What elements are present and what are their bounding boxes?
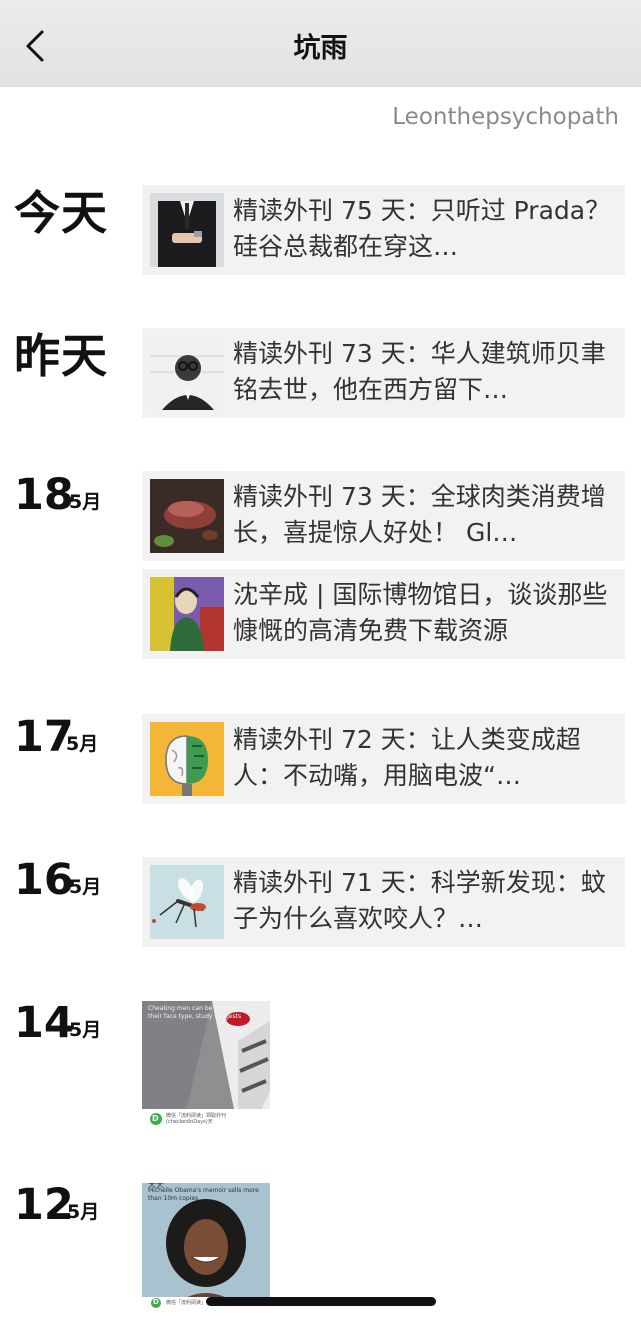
post-card[interactable]: 沈辛成 | 国际博物馆日，谈谈那些慷慨的高清免费下载资源	[142, 569, 625, 659]
home-indicator	[206, 1297, 436, 1306]
date-month-14: 5月	[69, 1019, 102, 1041]
image-post-badge: D	[152, 1114, 159, 1123]
page-title: 坑雨	[293, 33, 348, 64]
post-card[interactable]: 精读外刊 72 天：让人类变成超人：不动嘴，用脑电波“…	[142, 714, 625, 804]
post-title: 精读外刊 75 天：只听过 Prada？硅谷总裁都在穿这…	[233, 196, 611, 261]
image-post[interactable]: Cheating men can be spotted by their fac…	[142, 1001, 270, 1129]
post-thumbnail	[150, 865, 224, 939]
date-month-12: 5月	[67, 1201, 100, 1223]
date-month-18: 5月	[69, 491, 102, 513]
username: Leonthepsychopath	[392, 104, 619, 130]
post-card[interactable]: 精读外刊 73 天：华人建筑师贝聿铭去世，他在西方留下…	[142, 328, 625, 418]
nav-bar: 坑雨	[0, 0, 641, 87]
image-post-caption: Cheating men can be spotted by their fac…	[148, 1005, 247, 1020]
post-card[interactable]: 精读外刊 71 天：科学新发现：蚊子为什么喜欢咬人？…	[142, 857, 625, 947]
post-card[interactable]: 精读外刊 73 天：全球肉类消费增长，喜提惊人好处！ Gl…	[142, 471, 625, 561]
image-post[interactable]: 天天 Michelle Obama's memoir sells more th…	[142, 1183, 270, 1311]
post-thumbnail	[150, 336, 224, 410]
post-title: 精读外刊 72 天：让人类变成超人：不动嘴，用脑电波“…	[233, 725, 581, 790]
post-title: 精读外刊 73 天：全球肉类消费增长，喜提惊人好处！ Gl…	[233, 482, 606, 547]
post-title: 精读外刊 71 天：科学新发现：蚊子为什么喜欢咬人？…	[233, 868, 606, 933]
image-post-caption: Michelle Obama's memoir sells more than …	[148, 1187, 259, 1202]
date-label-today: 今天	[14, 186, 108, 240]
date-day-12: 12	[14, 1180, 74, 1230]
post-thumbnail	[150, 193, 224, 267]
date-month-17: 5月	[66, 733, 99, 755]
date-label-yesterday: 昨天	[14, 329, 108, 383]
post-title: 精读外刊 73 天：华人建筑师贝聿铭去世，他在西方留下…	[233, 339, 606, 404]
date-day-18: 18	[14, 470, 74, 520]
post-card[interactable]: 精读外刊 75 天：只听过 Prada？硅谷总裁都在穿这…	[142, 185, 625, 275]
date-month-16: 5月	[69, 876, 102, 898]
date-day-14: 14	[14, 998, 74, 1048]
post-thumbnail	[150, 722, 224, 796]
image-post-badge: D	[153, 1298, 159, 1306]
date-day-16: 16	[14, 855, 74, 905]
image-post-footer: 微信「流利阅读」领取外刊 (checkedInDays)天	[166, 1113, 227, 1125]
date-day-17: 17	[14, 712, 74, 762]
post-thumbnail	[150, 577, 224, 651]
post-title: 沈辛成 | 国际博物馆日，谈谈那些慷慨的高清免费下载资源	[233, 580, 608, 645]
post-thumbnail	[150, 479, 224, 553]
